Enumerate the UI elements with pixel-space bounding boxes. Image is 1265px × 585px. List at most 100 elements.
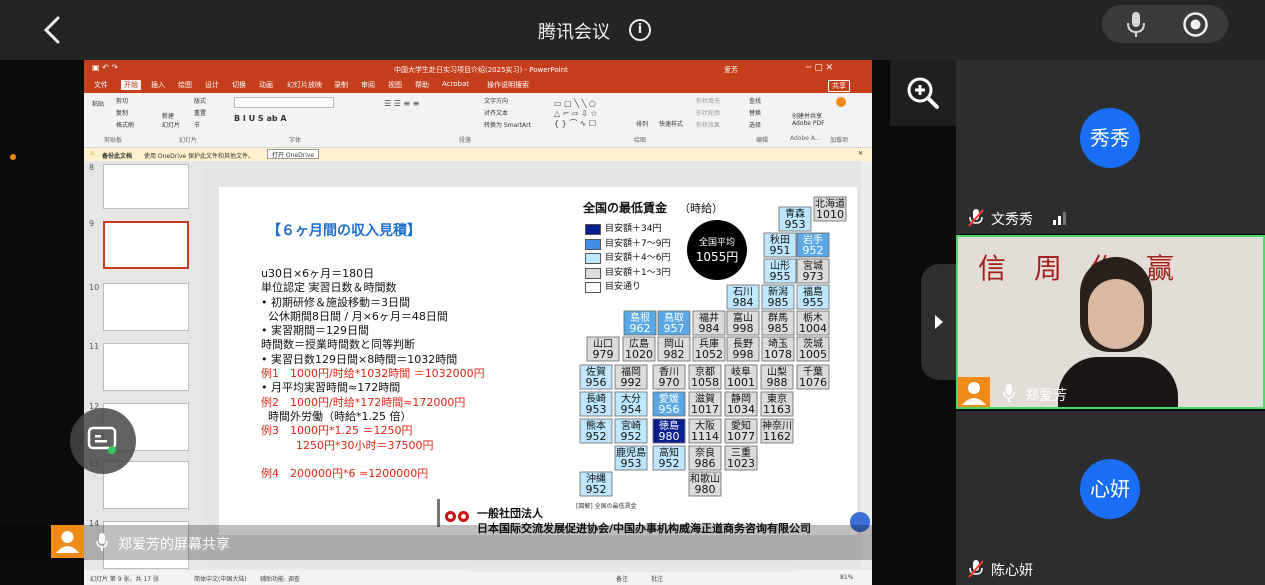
prefecture-37: 徳島980 — [652, 418, 686, 444]
thumb-number: 10 — [89, 283, 100, 292]
prefecture-wage: 954 — [621, 403, 642, 416]
tab-file[interactable]: 文件 — [94, 80, 108, 90]
window-controls[interactable]: ─ ▢ ✕ — [806, 63, 833, 73]
tab-draw[interactable]: 绘图 — [178, 80, 192, 90]
tab-animations[interactable]: 动画 — [259, 80, 273, 90]
tab-record[interactable]: 录制 — [334, 80, 348, 90]
text-direction-button[interactable]: 文字方向 — [484, 96, 508, 105]
tab-review[interactable]: 审阅 — [361, 80, 375, 90]
smartart-button[interactable]: 转换为 SmartArt — [484, 120, 531, 129]
new-slide-button[interactable]: 新建 幻灯片 — [162, 111, 188, 129]
prefecture-6: 石川984 — [726, 284, 760, 310]
prefecture-wage: 962 — [630, 322, 651, 335]
tab-insert[interactable]: 插入 — [151, 80, 165, 90]
drawing-group-label: 绘图 — [634, 137, 647, 144]
select-button[interactable]: 选择 — [749, 120, 761, 129]
record-icon[interactable] — [1182, 11, 1209, 38]
prefecture-wage: 952 — [586, 483, 607, 496]
prefecture-36: 宮崎952 — [614, 418, 648, 444]
prefecture-wage: 953 — [586, 403, 607, 416]
font-format-icons[interactable]: B I U S ab A — [234, 114, 287, 123]
participant-avatar-icon — [958, 377, 990, 407]
participant-tile-2-video[interactable]: 信 周 作 赢 郑爱芳 — [956, 235, 1265, 409]
microphone-icon[interactable] — [1125, 11, 1147, 39]
vertical-scrollbar[interactable] — [861, 161, 872, 567]
paragraph-icons[interactable]: ☰ ☰ ≡ ≡ — [384, 99, 419, 108]
tab-help[interactable]: 帮助 — [415, 80, 429, 90]
prefecture-wage: 970 — [659, 376, 680, 389]
onedrive-notice: ⚠ 备份此文档 使用 OneDrive 保护此文件和其他文件。 打开 OneDr… — [84, 148, 872, 161]
prefecture-5: 宮城973 — [796, 258, 830, 284]
prefecture-17: 岡山982 — [657, 336, 691, 362]
slide-thumbnail-8[interactable] — [103, 164, 189, 209]
slide-thumbnail-9[interactable] — [103, 221, 189, 269]
slide-thumbnail-10[interactable] — [103, 283, 189, 331]
share-button[interactable]: 共享 — [828, 80, 850, 92]
chevron-right-icon — [935, 315, 943, 329]
tab-design[interactable]: 设计 — [205, 80, 219, 90]
save-icon[interactable]: ▣ ↶ ↷ — [92, 63, 118, 72]
tab-home[interactable]: 开始 — [121, 80, 141, 90]
find-button[interactable]: 查找 — [749, 96, 761, 105]
arrange-button[interactable]: 排列 — [636, 119, 648, 128]
align-text-button[interactable]: 对齐文本 — [484, 108, 508, 117]
prefecture-26: 岐阜1001 — [724, 364, 758, 390]
addins-icon[interactable] — [836, 97, 846, 107]
notice-close-icon[interactable]: ✕ — [858, 150, 863, 157]
participant-tile-1[interactable]: 秀秀 文秀秀 — [956, 60, 1265, 234]
copy-button[interactable]: 复制 — [116, 108, 128, 117]
zoom-button[interactable] — [890, 60, 956, 126]
accessibility-status[interactable]: 辅助功能: 调查 — [260, 574, 300, 583]
font-name-select[interactable] — [234, 97, 334, 108]
notes-button[interactable]: 备注 — [616, 574, 628, 583]
tab-acrobat[interactable]: Acrobat — [442, 80, 469, 88]
prefecture-wage: 1017 — [691, 403, 719, 416]
floating-chat-button[interactable] — [70, 408, 136, 474]
quick-styles-button[interactable]: 快速样式 — [659, 119, 683, 128]
prefecture-45: 和歌山980 — [688, 471, 722, 497]
section-button[interactable]: 节 — [194, 120, 200, 129]
comments-button[interactable]: 批注 — [651, 574, 663, 583]
format-painter-button[interactable]: 格式刷 — [116, 120, 134, 129]
tab-slideshow[interactable]: 幻灯片放映 — [287, 80, 322, 90]
shape-fill-button[interactable]: 形状填充 — [696, 96, 720, 105]
replace-button[interactable]: 替换 — [749, 108, 761, 117]
tab-transitions[interactable]: 切换 — [232, 80, 246, 90]
paste-button[interactable]: 粘贴 — [92, 99, 104, 108]
reset-button[interactable]: 重置 — [194, 108, 206, 117]
info-icon[interactable]: i — [629, 19, 651, 41]
shared-screen: ▣ ↶ ↷ 中国大学生赴日实习项目介绍(2025实习) - PowerPoint… — [84, 60, 872, 585]
shapes-gallery[interactable]: ▭ ▢ ╲ ╲ ○ △ ⌐ ⇨ ⇩ ☆{ } ⌒ ∿ ☐ — [554, 99, 626, 129]
language-status[interactable]: 简体中文(中国大陆) — [194, 574, 247, 583]
cut-button[interactable]: 剪切 — [116, 96, 128, 105]
back-chevron-icon[interactable] — [38, 14, 68, 46]
prefecture-43: 奈良986 — [688, 445, 722, 471]
zoom-in-icon — [907, 77, 939, 109]
zoom-level[interactable]: 81% — [840, 574, 853, 581]
shape-effects-button[interactable]: 形状效果 — [696, 120, 720, 129]
prefecture-wage: 1114 — [691, 430, 719, 443]
prefecture-wage: 980 — [695, 483, 716, 496]
slide-thumbnail-11[interactable] — [103, 343, 189, 391]
prefecture-wage: 952 — [586, 430, 607, 443]
prefecture-wage: 956 — [659, 403, 680, 416]
sharer-label: 郑爱芳的屏幕共享 — [118, 537, 230, 553]
prefecture-wage: 951 — [770, 244, 791, 257]
thumb-number: 9 — [89, 219, 95, 228]
prefecture-wage: 992 — [621, 376, 642, 389]
open-onedrive-button[interactable]: 打开 OneDrive — [267, 149, 320, 159]
collapse-panel-button[interactable] — [921, 264, 957, 380]
layout-button[interactable]: 版式 — [194, 96, 206, 105]
org-logo — [437, 499, 473, 527]
prefecture-34: 東京1163 — [760, 391, 794, 417]
paragraph-group-label: 段落 — [459, 137, 472, 144]
mic-muted-icon — [968, 209, 984, 227]
prefecture-wage: 1076 — [799, 376, 827, 389]
shape-outline-button[interactable]: 形状轮廓 — [696, 108, 720, 117]
map-source: [図解] 全国の最低賃金 — [576, 503, 637, 510]
meeting-window: 腾讯会议 i ▣ ↶ ↷ 中国大学生赴日实习项目介绍(2025实习) - Pow… — [0, 0, 1265, 585]
tell-me-search[interactable]: 操作说明搜索 — [487, 80, 529, 90]
tab-view[interactable]: 视图 — [388, 80, 402, 90]
acrobat-button[interactable]: 创建并共享 Adobe PDF — [792, 111, 826, 127]
participant-tile-3[interactable]: 心妍 陈心妍 — [956, 411, 1265, 585]
